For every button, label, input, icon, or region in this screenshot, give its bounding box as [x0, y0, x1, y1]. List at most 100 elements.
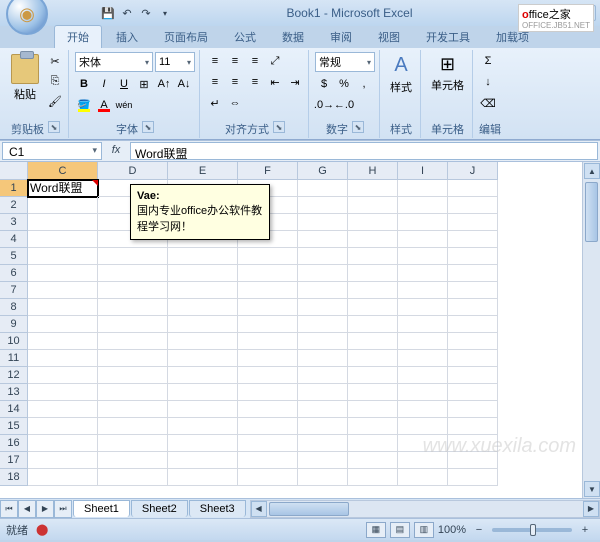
paste-button[interactable]: 粘贴 [7, 52, 43, 104]
cell-J13[interactable] [448, 384, 498, 401]
cell-F17[interactable] [238, 452, 298, 469]
cell-E18[interactable] [168, 469, 238, 486]
cell-E14[interactable] [168, 401, 238, 418]
cell-C10[interactable] [28, 333, 98, 350]
ribbon-tab-2[interactable]: 页面布局 [152, 26, 220, 48]
cell-C3[interactable] [28, 214, 98, 231]
underline-button[interactable]: U [115, 75, 133, 93]
cell-J2[interactable] [448, 197, 498, 214]
cell-J10[interactable] [448, 333, 498, 350]
autosum-icon[interactable]: Σ [479, 52, 497, 70]
cell-I13[interactable] [398, 384, 448, 401]
cell-G1[interactable] [298, 180, 348, 197]
row-header-6[interactable]: 6 [0, 265, 28, 282]
cell-C11[interactable] [28, 350, 98, 367]
cell-G11[interactable] [298, 350, 348, 367]
clipboard-dialog-launcher[interactable]: ⬊ [48, 121, 60, 133]
row-header-14[interactable]: 14 [0, 401, 28, 418]
cell-G3[interactable] [298, 214, 348, 231]
col-header-G[interactable]: G [298, 162, 348, 180]
row-header-1[interactable]: 1 [0, 180, 28, 197]
cell-F8[interactable] [238, 299, 298, 316]
cell-G15[interactable] [298, 418, 348, 435]
cell-F12[interactable] [238, 367, 298, 384]
select-all-corner[interactable] [0, 162, 28, 180]
cell-G13[interactable] [298, 384, 348, 401]
cell-I9[interactable] [398, 316, 448, 333]
currency-icon[interactable]: $ [315, 75, 333, 93]
cell-H2[interactable] [348, 197, 398, 214]
cell-C16[interactable] [28, 435, 98, 452]
cell-H8[interactable] [348, 299, 398, 316]
cell-G10[interactable] [298, 333, 348, 350]
cell-C13[interactable] [28, 384, 98, 401]
scroll-left-icon[interactable]: ◀ [251, 501, 267, 517]
cell-I16[interactable] [398, 435, 448, 452]
row-header-13[interactable]: 13 [0, 384, 28, 401]
fill-color-button[interactable]: 🪣 [75, 96, 93, 114]
percent-icon[interactable]: % [335, 75, 353, 93]
align-middle-icon[interactable]: ≡ [226, 52, 244, 70]
tab-nav-first[interactable]: ⏮ [0, 500, 18, 518]
sheet-tab-Sheet2[interactable]: Sheet2 [131, 500, 188, 517]
cell-I4[interactable] [398, 231, 448, 248]
cell-E8[interactable] [168, 299, 238, 316]
cut-icon[interactable]: ✂ [46, 52, 64, 70]
cell-J6[interactable] [448, 265, 498, 282]
ribbon-tab-1[interactable]: 插入 [104, 26, 150, 48]
ribbon-tab-0[interactable]: 开始 [54, 25, 102, 48]
cell-F15[interactable] [238, 418, 298, 435]
row-header-9[interactable]: 9 [0, 316, 28, 333]
cell-I17[interactable] [398, 452, 448, 469]
cell-E17[interactable] [168, 452, 238, 469]
cell-F16[interactable] [238, 435, 298, 452]
cell-E13[interactable] [168, 384, 238, 401]
border-button[interactable]: ⊞ [135, 75, 153, 93]
styles-button[interactable]: A 样式 [386, 52, 416, 97]
align-left-icon[interactable]: ≡ [206, 73, 224, 91]
bold-button[interactable]: B [75, 75, 93, 93]
cell-E5[interactable] [168, 248, 238, 265]
cell-grid[interactable]: Word联盟 [28, 180, 582, 498]
zoom-out-button[interactable]: − [470, 521, 488, 539]
redo-icon[interactable]: ↷ [138, 5, 154, 21]
cell-F11[interactable] [238, 350, 298, 367]
ribbon-tab-3[interactable]: 公式 [222, 26, 268, 48]
font-name-combo[interactable]: 宋体▾ [75, 52, 153, 72]
phonetic-button[interactable]: wén [115, 96, 133, 114]
row-header-16[interactable]: 16 [0, 435, 28, 452]
cell-H13[interactable] [348, 384, 398, 401]
tab-nav-last[interactable]: ⏭ [54, 500, 72, 518]
cell-H16[interactable] [348, 435, 398, 452]
cell-H17[interactable] [348, 452, 398, 469]
horizontal-scrollbar[interactable]: ◀ ▶ [250, 500, 600, 518]
number-format-combo[interactable]: 常规▾ [315, 52, 375, 72]
col-header-H[interactable]: H [348, 162, 398, 180]
row-header-10[interactable]: 10 [0, 333, 28, 350]
cell-F13[interactable] [238, 384, 298, 401]
cell-H10[interactable] [348, 333, 398, 350]
row-header-11[interactable]: 11 [0, 350, 28, 367]
sheet-tab-Sheet3[interactable]: Sheet3 [189, 500, 246, 517]
cell-J9[interactable] [448, 316, 498, 333]
zoom-slider[interactable] [492, 528, 572, 532]
cell-I7[interactable] [398, 282, 448, 299]
cell-J15[interactable] [448, 418, 498, 435]
cell-C4[interactable] [28, 231, 98, 248]
col-header-F[interactable]: F [238, 162, 298, 180]
cell-H6[interactable] [348, 265, 398, 282]
cell-G14[interactable] [298, 401, 348, 418]
cell-H11[interactable] [348, 350, 398, 367]
cell-J16[interactable] [448, 435, 498, 452]
cell-C9[interactable] [28, 316, 98, 333]
cell-J7[interactable] [448, 282, 498, 299]
row-header-15[interactable]: 15 [0, 418, 28, 435]
cell-E10[interactable] [168, 333, 238, 350]
row-header-5[interactable]: 5 [0, 248, 28, 265]
name-box[interactable]: C1 [2, 142, 102, 160]
sheet-tab-Sheet1[interactable]: Sheet1 [73, 500, 130, 517]
cell-D5[interactable] [98, 248, 168, 265]
cell-H7[interactable] [348, 282, 398, 299]
cell-F18[interactable] [238, 469, 298, 486]
cell-J11[interactable] [448, 350, 498, 367]
